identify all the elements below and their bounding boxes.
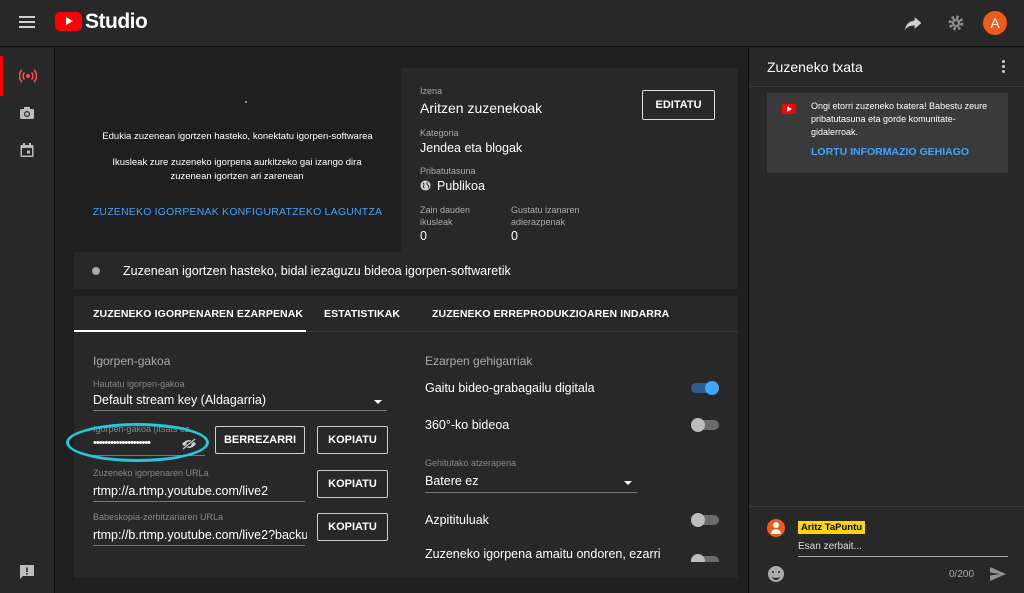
copy-backup-button[interactable]: KOPIATU	[317, 513, 388, 541]
copy-key-button[interactable]: KOPIATU	[317, 426, 388, 454]
viewers-value: 0	[420, 229, 427, 243]
account-avatar[interactable]: A	[983, 11, 1007, 35]
learn-more-link[interactable]: LORTU INFORMAZIO GEHIAGO	[811, 146, 969, 158]
emoji-icon[interactable]	[768, 566, 784, 582]
likes-label: Gustatu izanaren adierazpenak	[511, 205, 580, 227]
category-label: Kategoria	[420, 128, 459, 138]
calendar-icon	[20, 143, 34, 157]
feedback-icon	[20, 565, 34, 579]
stream-url-field[interactable]: rtmp://a.rtmp.youtube.com/live2	[93, 484, 307, 498]
name-label: Izena	[420, 86, 443, 96]
nav-item-live[interactable]	[0, 56, 55, 96]
send-icon[interactable]	[989, 566, 1007, 582]
stream-status-bar: Zuzenean igortzen hasteko, bidal iezaguz…	[74, 252, 738, 289]
chat-input-area: Aritz TaPuntu Esan zerbait... 0/200	[749, 506, 1024, 593]
category-value: Jendea eta blogak	[420, 141, 523, 155]
app-title[interactable]: Studio	[85, 10, 148, 34]
subtitles-label: Azpitituluak	[425, 513, 489, 527]
stream-name: Aritzen zuzenekoak	[420, 100, 543, 116]
delay-label: Gehitutako atzerapena	[425, 458, 517, 468]
youtube-logo-icon[interactable]	[55, 12, 82, 31]
end-stream-toggle[interactable]	[691, 554, 719, 562]
likes-value: 0	[511, 229, 518, 243]
backup-url-label: Babeskopia-zerbitzariaren URLa	[93, 512, 224, 522]
highlight-annotation	[66, 423, 209, 462]
reset-button[interactable]: BERREZARRI	[215, 426, 305, 454]
active-tab-indicator	[74, 330, 306, 332]
status-text: Zuzenean igortzen hasteko, bidal iezaguz…	[123, 264, 511, 278]
gear-icon[interactable]	[946, 13, 966, 33]
delay-select[interactable]: Batere ez	[425, 474, 605, 488]
dvr-toggle[interactable]	[691, 381, 719, 395]
preview-spinner-dot	[245, 101, 247, 103]
viewers-label: Zain dauden ikusleak	[420, 205, 471, 227]
privacy-value: Publikoa	[437, 179, 485, 193]
chat-welcome-text: Ongi etorri zuzeneko txatera! Babestu ze…	[811, 101, 988, 137]
end-stream-label: Zuzeneko igorpena amaitu ondoren, ezarri	[425, 547, 661, 561]
menu-icon[interactable]	[19, 16, 35, 28]
top-bar: Studio A	[0, 0, 1024, 47]
live-chat-panel: Zuzeneko txata Ongi etorri zuzeneko txat…	[748, 48, 1024, 593]
nav-item-feedback[interactable]	[0, 558, 55, 593]
settings-tabs: ZUZENEKO IGORPENAREN EZARPENAK ESTATISTI…	[74, 296, 738, 332]
chat-user-name: Aritz TaPuntu	[798, 521, 866, 534]
nav-item-camera[interactable]	[0, 93, 55, 133]
globe-icon	[420, 180, 431, 191]
tab-stream-settings[interactable]: ZUZENEKO IGORPENAREN EZARPENAK	[93, 308, 303, 320]
live-broadcast-icon	[19, 69, 37, 83]
dvr-label: Gaitu bideo-grabagailu digitala	[425, 381, 595, 395]
tab-stream-health[interactable]: ZUZENEKO ERREPRODUKZIOAREN INDARRA	[432, 308, 669, 320]
nav-item-calendar[interactable]	[0, 130, 55, 170]
tab-analytics[interactable]: ESTATISTIKAK	[324, 308, 400, 320]
chat-title: Zuzeneko txata	[767, 59, 863, 75]
video360-label: 360°-ko bideoa	[425, 418, 510, 432]
preview-viewers-text: Ikusleak zure zuzeneko igorpena aurkitze…	[112, 157, 362, 182]
video360-toggle[interactable]	[691, 418, 719, 432]
chat-header: Zuzeneko txata	[749, 48, 1024, 87]
more-options-icon[interactable]	[1002, 60, 1006, 74]
share-icon[interactable]	[903, 13, 923, 33]
stream-key-select-label: Hautatu igorpen-gakoa	[93, 379, 185, 389]
char-counter: 0/200	[949, 569, 975, 580]
chevron-down-icon[interactable]	[374, 400, 382, 404]
subtitles-toggle[interactable]	[691, 513, 719, 527]
stream-key-select[interactable]: Default stream key (Aldagarria)	[93, 393, 353, 407]
left-nav	[0, 48, 55, 593]
preview-connect-text: Edukia zuzenean igortzen hasteko, konekt…	[102, 131, 373, 142]
camera-icon	[20, 107, 34, 119]
copy-url-button[interactable]: KOPIATU	[317, 470, 388, 498]
preview-help-link[interactable]: ZUZENEKO IGORPENAK KONFIGURATZEKO LAGUNT…	[74, 206, 401, 218]
status-indicator	[92, 267, 100, 275]
stream-key-title: Igorpen-gakoa	[93, 354, 171, 368]
extra-settings-title: Ezarpen gehigarriak	[425, 354, 533, 368]
stream-preview: Edukia zuzenean igortzen hasteko, konekt…	[74, 68, 401, 252]
chevron-down-icon[interactable]	[624, 481, 632, 485]
chat-welcome-banner: Ongi etorri zuzeneko txatera! Babestu ze…	[767, 93, 1008, 173]
edit-button[interactable]: EDITATU	[642, 90, 715, 120]
stream-url-label: Zuzeneko igorpenaren URLa	[93, 468, 209, 478]
chat-message-input[interactable]: Esan zerbait...	[798, 541, 862, 552]
chat-user-avatar	[767, 519, 785, 537]
backup-url-field[interactable]: rtmp://b.rtmp.youtube.com/live2?backup=1	[93, 528, 307, 542]
youtube-icon	[782, 104, 796, 114]
privacy-label: Pribatutasuna	[420, 166, 476, 176]
stream-info-panel: Izena Aritzen zuzenekoak EDITATU Kategor…	[401, 68, 738, 252]
